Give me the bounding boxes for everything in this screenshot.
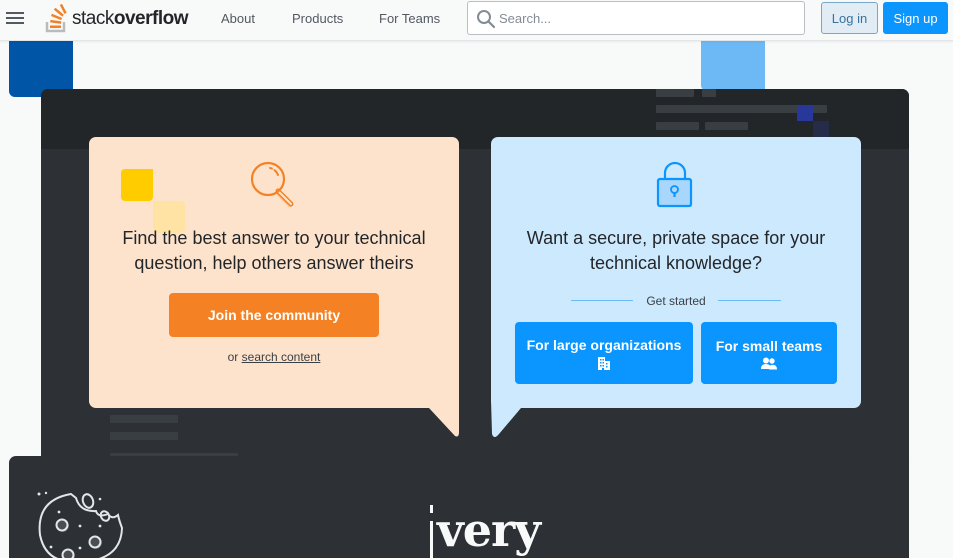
skeleton-line	[110, 432, 178, 440]
nav-about[interactable]: About	[221, 11, 255, 26]
speech-bubble-tail	[400, 400, 459, 437]
search-input[interactable]	[499, 2, 799, 34]
community-card-text: Find the best answer to your technical q…	[122, 228, 426, 273]
section-heading-fragment: very	[437, 503, 541, 557]
stack-logo-icon	[45, 4, 67, 33]
logo-text-light: stack	[72, 8, 114, 29]
stackoverflow-logo[interactable]: stackoverflow	[44, 2, 188, 36]
search-content-link[interactable]: search content	[242, 350, 321, 364]
decorative-block-light-blue	[701, 35, 765, 91]
top-bar: stackoverflow About Products For Teams L…	[0, 0, 953, 41]
lock-icon	[656, 161, 693, 208]
search-box[interactable]	[467, 1, 805, 35]
users-icon	[761, 357, 777, 369]
decorative-block-dark-blue	[9, 35, 73, 97]
teams-card-text: Want a secure, private space for your te…	[526, 228, 826, 273]
signup-button[interactable]: Sign up	[883, 2, 948, 34]
join-community-button[interactable]: Join the community	[169, 293, 379, 337]
divider-left	[571, 300, 633, 301]
skeleton-line	[705, 122, 748, 130]
skeleton-line	[656, 89, 694, 97]
get-started-label: Get started	[646, 294, 706, 308]
building-icon	[598, 357, 610, 370]
logo-text-bold: overflow	[113, 8, 189, 29]
decorative-square-indigo	[797, 105, 813, 121]
magnifying-glass-icon	[250, 161, 294, 207]
skeleton-line	[656, 122, 699, 130]
search-icon	[477, 10, 496, 29]
skeleton-line	[702, 89, 716, 97]
decorative-square-navy	[813, 121, 829, 137]
login-button[interactable]: Log in	[821, 2, 878, 34]
nav-for-teams[interactable]: For Teams	[379, 11, 440, 26]
text-cursor	[430, 505, 433, 558]
search-content-line: or search content	[227, 350, 321, 364]
decorative-square-yellow	[121, 169, 153, 201]
skeleton-line	[110, 415, 178, 423]
divider-right	[718, 300, 781, 301]
large-organizations-button[interactable]: For large organizations	[515, 322, 693, 384]
hamburger-menu-icon[interactable]	[6, 11, 24, 25]
speech-bubble-tail	[491, 400, 531, 437]
cookie-icon	[37, 491, 124, 558]
nav-products[interactable]: Products	[292, 11, 343, 26]
small-teams-button[interactable]: For small teams	[701, 322, 837, 384]
